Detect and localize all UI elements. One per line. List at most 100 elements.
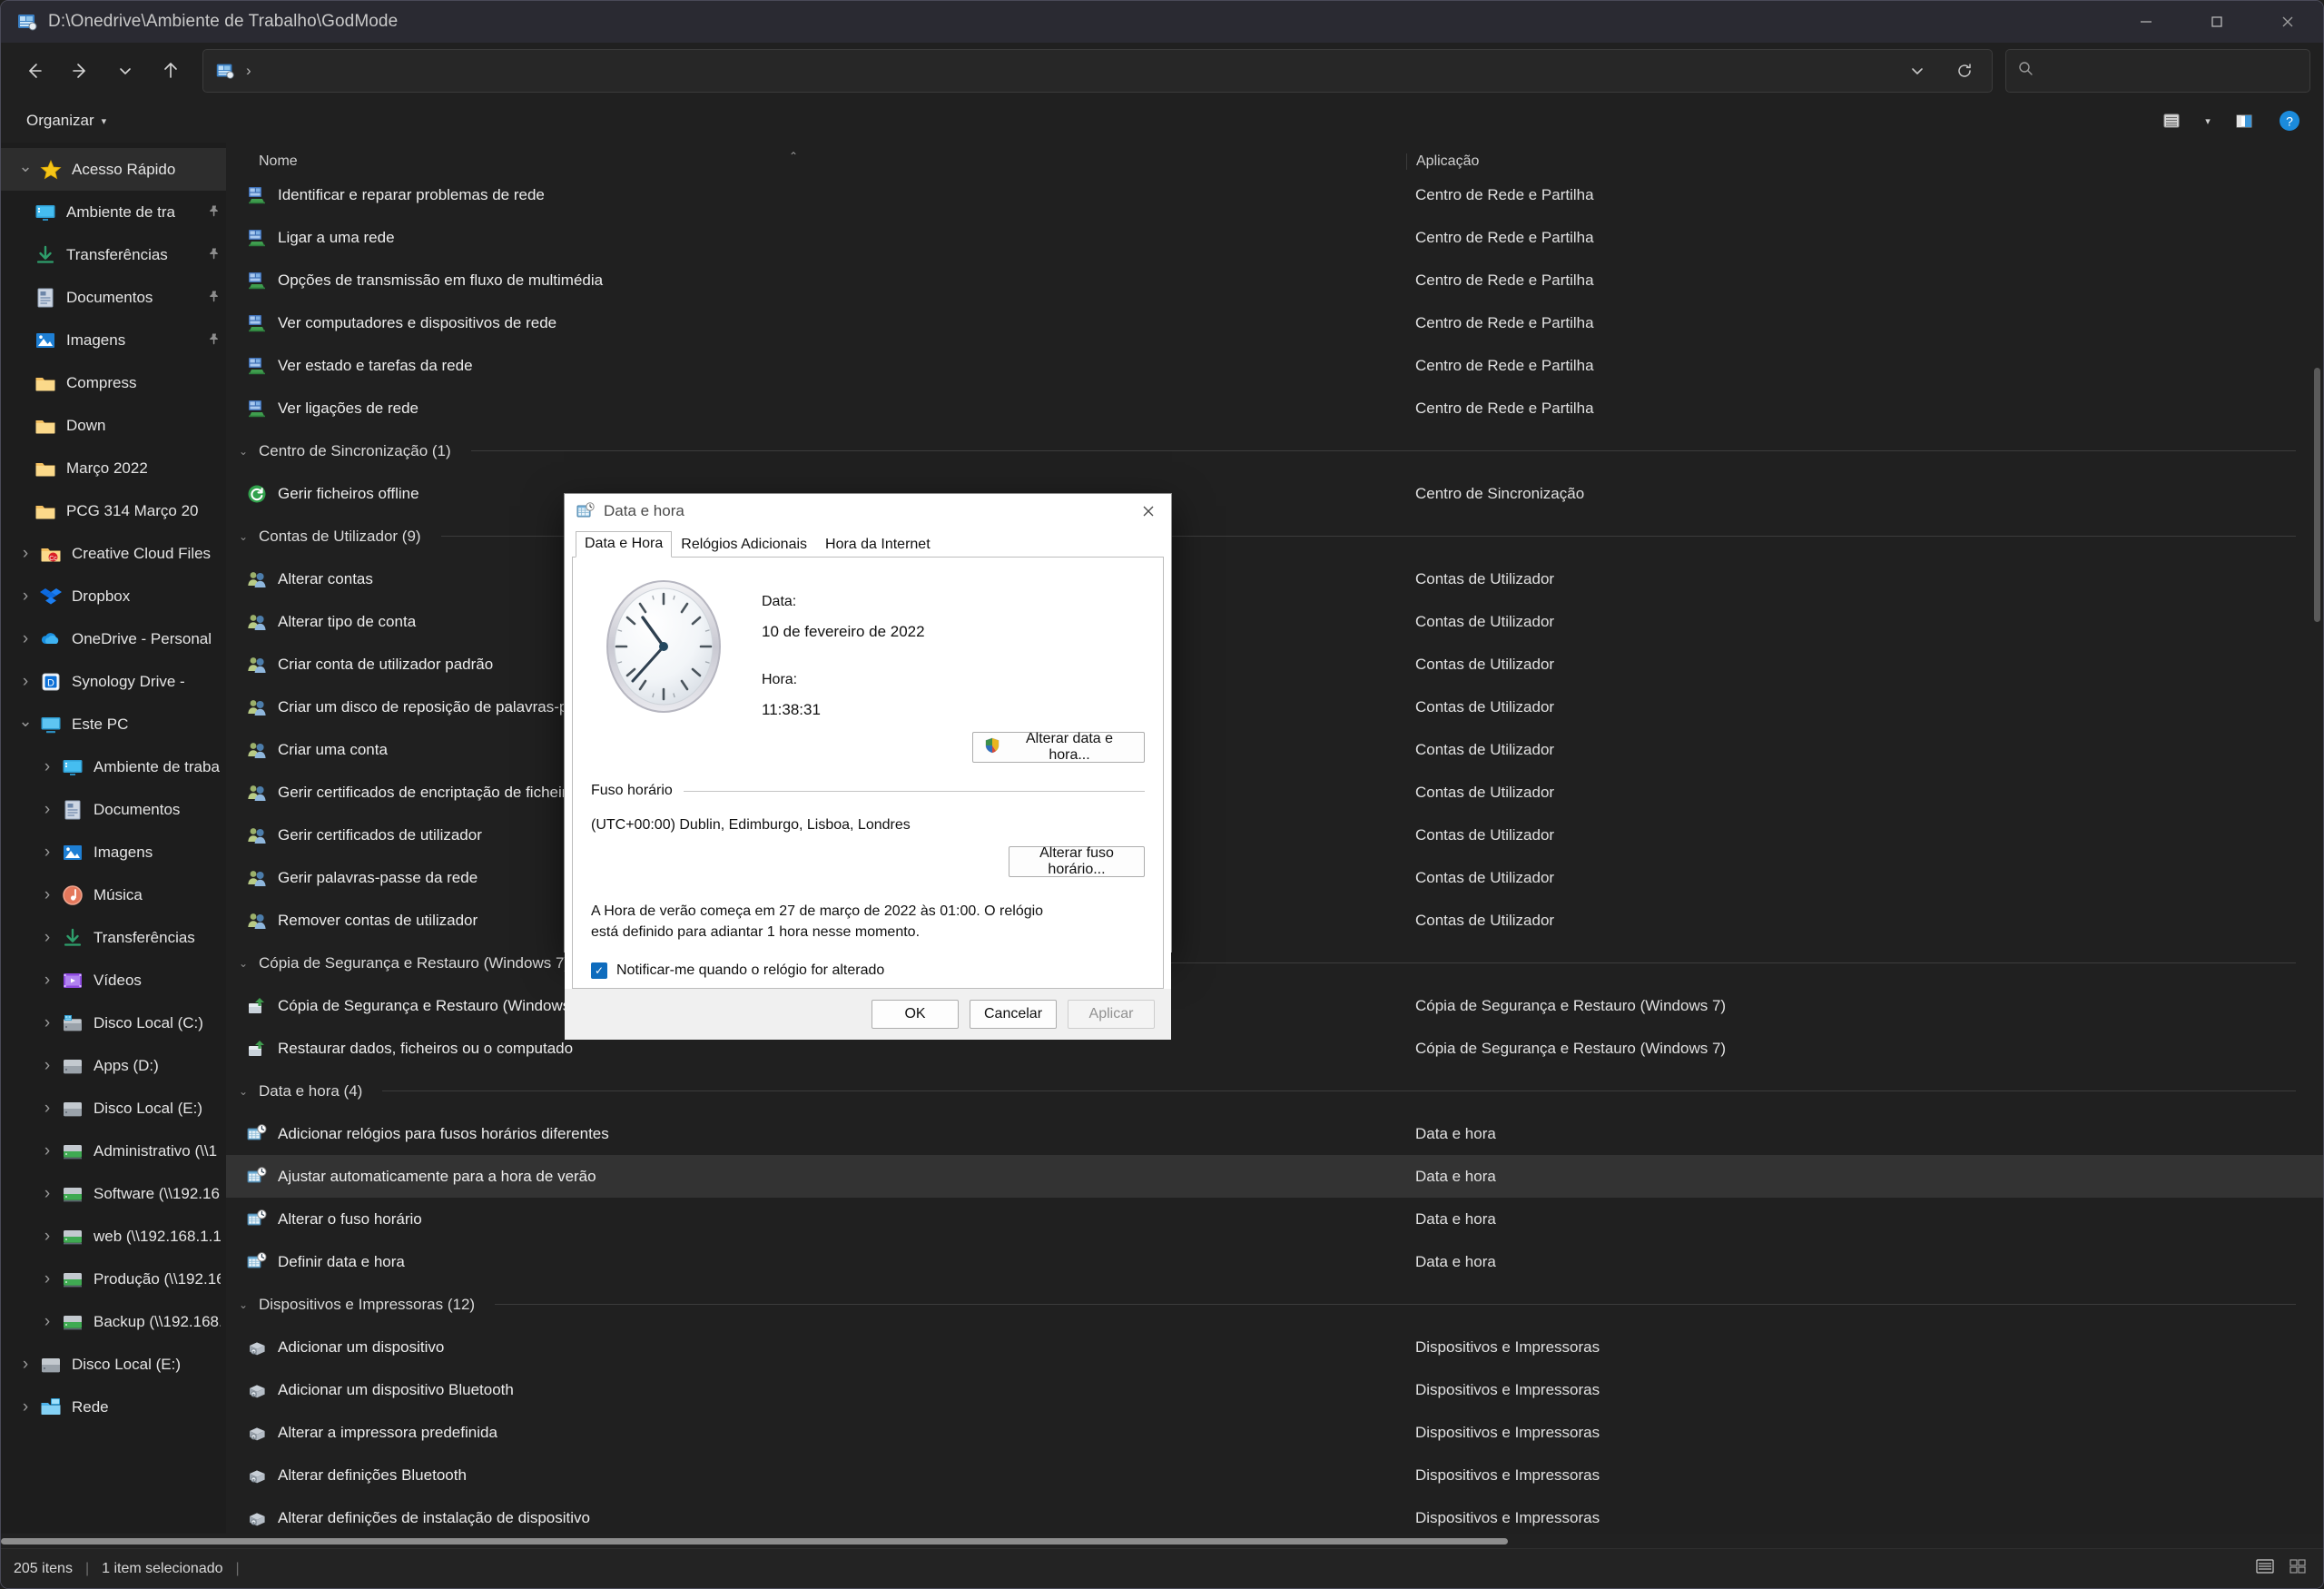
sidebar-item-backup-192-168[interactable]: › Backup (\\192.168. bbox=[1, 1300, 226, 1343]
chevron-right-icon[interactable]: › bbox=[34, 1227, 61, 1247]
sidebar-item-v-deos[interactable]: › Vídeos bbox=[1, 959, 226, 1002]
sidebar-item-software-192-16[interactable]: › Software (\\192.16 bbox=[1, 1172, 226, 1215]
chevron-down-icon[interactable]: ⌄ bbox=[239, 1085, 251, 1098]
chevron-down-icon[interactable]: ⌄ bbox=[239, 1298, 251, 1311]
table-row[interactable]: Gerir certificados de utilizador Contas d… bbox=[226, 814, 2323, 856]
sidebar-item-ambiente-de-tra[interactable]: Ambiente de tra bbox=[1, 191, 226, 233]
sidebar-item-administrativo-1[interactable]: › Administrativo (\\1 bbox=[1, 1130, 226, 1172]
refresh-button[interactable] bbox=[1941, 51, 1988, 91]
tab-rel-gios-adicionais[interactable]: Relógios Adicionais bbox=[672, 532, 816, 558]
search-box[interactable] bbox=[2005, 49, 2310, 93]
chevron-right-icon[interactable]: › bbox=[34, 1013, 61, 1033]
vertical-scrollbar-thumb[interactable] bbox=[2314, 368, 2320, 622]
table-row[interactable]: Opções de transmissão em fluxo de multim… bbox=[226, 259, 2323, 301]
sidebar-item-transfer-ncias[interactable]: › Transferências bbox=[1, 916, 226, 959]
history-dropdown-button[interactable] bbox=[1894, 51, 1941, 91]
back-button[interactable] bbox=[12, 51, 57, 91]
table-row[interactable]: Alterar definições Bluetooth Dispositivos… bbox=[226, 1454, 2323, 1496]
change-datetime-button[interactable]: Alterar data e hora... bbox=[972, 731, 1145, 763]
column-header-application[interactable]: Aplicação bbox=[1406, 153, 2323, 170]
list-group-header[interactable]: ⌄ Centro de Sincronização (1) bbox=[226, 429, 2323, 472]
list-group-header[interactable]: ⌄ Data e hora (4) bbox=[226, 1070, 2323, 1112]
pin-icon[interactable] bbox=[202, 332, 221, 349]
tab-hora-da-internet[interactable]: Hora da Internet bbox=[816, 532, 940, 558]
chevron-down-icon[interactable]: ⌄ bbox=[12, 158, 39, 174]
chevron-right-icon[interactable]: › bbox=[34, 843, 61, 863]
table-row[interactable]: Gerir certificados de encriptação de fic… bbox=[226, 771, 2323, 814]
table-row[interactable]: Ver estado e tarefas da rede Centro de Re… bbox=[226, 344, 2323, 387]
close-button[interactable] bbox=[2252, 1, 2323, 43]
horizontal-scrollbar-thumb[interactable] bbox=[1, 1538, 1508, 1545]
chevron-right-icon[interactable]: › bbox=[34, 1312, 61, 1332]
sidebar-item-apps-d[interactable]: › Apps (D:) bbox=[1, 1044, 226, 1087]
up-button[interactable] bbox=[148, 51, 193, 91]
sidebar-item-mar-o-2022[interactable]: Março 2022 bbox=[1, 447, 226, 489]
table-row[interactable]: Ajustar automaticamente para a hora de v… bbox=[226, 1155, 2323, 1198]
large-icons-view-icon[interactable] bbox=[2287, 1555, 2309, 1582]
chevron-down-icon[interactable]: ⌄ bbox=[239, 957, 251, 970]
search-input[interactable] bbox=[2045, 63, 2299, 79]
sidebar-item-este-pc[interactable]: ⌄ Este PC bbox=[1, 703, 226, 745]
view-dropdown-button[interactable]: ▾ bbox=[2196, 104, 2220, 138]
vertical-scrollbar[interactable] bbox=[2312, 177, 2321, 1521]
change-timezone-button[interactable]: Alterar fuso horário... bbox=[1009, 845, 1145, 877]
table-row[interactable]: Adicionar relógios para fusos horários d… bbox=[226, 1112, 2323, 1155]
chevron-right-icon[interactable]: › bbox=[12, 544, 39, 564]
sidebar-item-onedrive-personal[interactable]: › OneDrive - Personal bbox=[1, 617, 226, 660]
chevron-right-icon[interactable]: › bbox=[34, 928, 61, 948]
table-row[interactable]: Criar uma conta Contas de Utilizador bbox=[226, 728, 2323, 771]
chevron-right-icon[interactable]: › bbox=[12, 1355, 39, 1375]
details-pane-button[interactable] bbox=[2223, 104, 2265, 138]
table-row[interactable]: Alterar definições de instalação de disp… bbox=[226, 1496, 2323, 1539]
horizontal-scrollbar[interactable] bbox=[1, 1534, 2323, 1548]
notify-clock-change-row[interactable]: ✓ Notificar-me quando o relógio for alte… bbox=[591, 962, 1145, 980]
sidebar-item-synology-drive[interactable]: › D Synology Drive - bbox=[1, 660, 226, 703]
notify-clock-change-checkbox[interactable]: ✓ bbox=[591, 962, 607, 980]
sidebar-item-web-192-168-1-1[interactable]: › web (\\192.168.1.1 bbox=[1, 1215, 226, 1258]
sidebar-item-creative-cloud-files[interactable]: › Cc Creative Cloud Files bbox=[1, 532, 226, 575]
table-row[interactable]: Gerir palavras-passe da rede Contas de Ut… bbox=[226, 856, 2323, 899]
recent-locations-button[interactable] bbox=[103, 51, 148, 91]
chevron-right-icon[interactable]: › bbox=[34, 1184, 61, 1204]
tab-data-e-hora[interactable]: Data e Hora bbox=[576, 531, 673, 558]
chevron-down-icon[interactable]: ⌄ bbox=[239, 445, 251, 458]
chevron-right-icon[interactable]: › bbox=[34, 971, 61, 991]
chevron-right-icon[interactable]: › bbox=[34, 757, 61, 777]
breadcrumb-bar[interactable]: › bbox=[202, 49, 1993, 93]
ok-button[interactable]: OK bbox=[872, 1000, 959, 1030]
sidebar-item-compress[interactable]: Compress bbox=[1, 361, 226, 404]
table-row[interactable]: Alterar a impressora predefinida Disposit… bbox=[226, 1411, 2323, 1454]
sidebar-item-acesso-r-pido[interactable]: ⌄ Acesso Rápido bbox=[1, 148, 226, 191]
sidebar-item-documentos[interactable]: › Documentos bbox=[1, 788, 226, 831]
sidebar-item-ambiente-de-traba[interactable]: › Ambiente de traba bbox=[1, 745, 226, 788]
sidebar-item-dropbox[interactable]: › Dropbox bbox=[1, 575, 226, 617]
sidebar-item-transfer-ncias[interactable]: Transferências bbox=[1, 233, 226, 276]
sidebar-item-pcg-314-mar-o-20[interactable]: PCG 314 Março 20 bbox=[1, 489, 226, 532]
minimize-button[interactable] bbox=[2111, 1, 2181, 43]
chevron-right-icon[interactable]: › bbox=[12, 1397, 39, 1417]
sidebar-item-down[interactable]: Down bbox=[1, 404, 226, 447]
table-row[interactable]: Definir data e hora Data e hora bbox=[226, 1240, 2323, 1283]
chevron-right-icon[interactable]: › bbox=[12, 672, 39, 692]
list-group-header[interactable]: ⌄ Cópia de Segurança e Restauro (Windows … bbox=[226, 942, 2323, 984]
pin-icon[interactable] bbox=[202, 290, 221, 306]
pin-icon[interactable] bbox=[202, 204, 221, 221]
chevron-down-icon[interactable]: ⌄ bbox=[239, 530, 251, 543]
sidebar-item-disco-local-e[interactable]: › Disco Local (E:) bbox=[1, 1343, 226, 1386]
sidebar-item-m-sica[interactable]: › Música bbox=[1, 873, 226, 916]
cancel-button[interactable]: Cancelar bbox=[970, 1000, 1057, 1030]
table-row[interactable]: Ligar a uma rede Centro de Rede e Partilh… bbox=[226, 216, 2323, 259]
table-row[interactable]: Ver computadores e dispositivos de rede C… bbox=[226, 301, 2323, 344]
details-view-icon[interactable] bbox=[2254, 1555, 2276, 1582]
table-row[interactable]: Ver ligações de rede Centro de Rede e Par… bbox=[226, 387, 2323, 429]
chevron-right-icon[interactable]: › bbox=[34, 800, 61, 820]
chevron-right-icon[interactable]: › bbox=[34, 1141, 61, 1161]
table-row[interactable]: Alterar o fuso horário Data e hora bbox=[226, 1198, 2323, 1240]
list-group-header[interactable]: ⌄ Contas de Utilizador (9) bbox=[226, 515, 2323, 558]
maximize-button[interactable] bbox=[2181, 1, 2252, 43]
sidebar-item-imagens[interactable]: Imagens bbox=[1, 319, 226, 361]
dialog-close-button[interactable] bbox=[1126, 494, 1171, 528]
table-row[interactable]: Criar conta de utilizador padrão Contas d… bbox=[226, 643, 2323, 686]
table-row[interactable]: Gerir ficheiros offline Centro de Sincron… bbox=[226, 472, 2323, 515]
chevron-right-icon[interactable]: › bbox=[34, 1099, 61, 1119]
